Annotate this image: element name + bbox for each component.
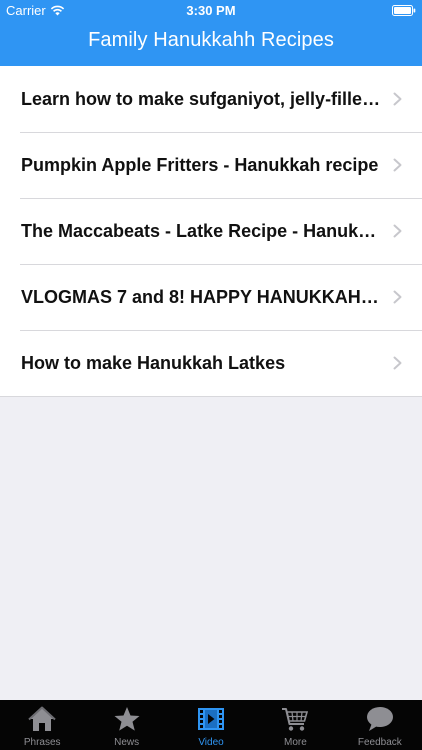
list-item[interactable]: VLOGMAS 7 and 8! HAPPY HANUKKAH!... [0, 264, 422, 330]
house-icon [28, 706, 56, 731]
star-icon [114, 707, 140, 731]
tab-feedback[interactable]: Feedback [338, 700, 422, 750]
list-item[interactable]: The Maccabeats - Latke Recipe - Hanukkah [0, 198, 422, 264]
chevron-right-icon [393, 356, 402, 370]
list-item-label: Learn how to make sufganiyot, jelly-fill… [21, 89, 381, 109]
list-item[interactable]: Learn how to make sufganiyot, jelly-fill… [0, 66, 422, 132]
tab-label: Video [198, 737, 224, 748]
cart-icon [282, 708, 309, 731]
tab-label: Feedback [357, 737, 402, 748]
tab-video[interactable]: Video [169, 700, 253, 750]
chevron-right-icon [393, 224, 402, 238]
speech-bubble-icon [366, 707, 393, 731]
list-item-label: Pumpkin Apple Fritters - Hanukkah recipe [21, 155, 379, 175]
page-title: Family Hanukkahh Recipes [88, 29, 334, 51]
video-list: Learn how to make sufganiyot, jelly-fill… [0, 66, 422, 397]
tab-more[interactable]: More [253, 700, 337, 750]
status-time: 3:30 PM [186, 3, 236, 18]
tab-label: Phrases [23, 737, 61, 748]
status-bar: Carrier 3:30 PM [0, 0, 422, 22]
film-icon [198, 708, 225, 730]
tab-label: News [114, 737, 140, 748]
chevron-right-icon [393, 158, 402, 172]
tab-news[interactable]: News [84, 700, 168, 750]
navigation-header: Carrier 3:30 PM Family Hanukkahh Recipes [0, 0, 422, 66]
chevron-right-icon [393, 290, 402, 304]
tab-label: More [284, 737, 307, 748]
list-item-label: The Maccabeats - Latke Recipe - Hanukkah [21, 221, 381, 241]
tab-bar: Phrases News Video More Feedback [0, 700, 422, 750]
list-item-label: VLOGMAS 7 and 8! HAPPY HANUKKAH!... [21, 287, 381, 307]
tab-phrases[interactable]: Phrases [0, 700, 84, 750]
list-item[interactable]: How to make Hanukkah Latkes [0, 330, 422, 396]
list-item[interactable]: Pumpkin Apple Fritters - Hanukkah recipe [0, 132, 422, 198]
battery-icon [392, 5, 416, 16]
chevron-right-icon [393, 92, 402, 106]
list-item-label: How to make Hanukkah Latkes [21, 353, 286, 373]
